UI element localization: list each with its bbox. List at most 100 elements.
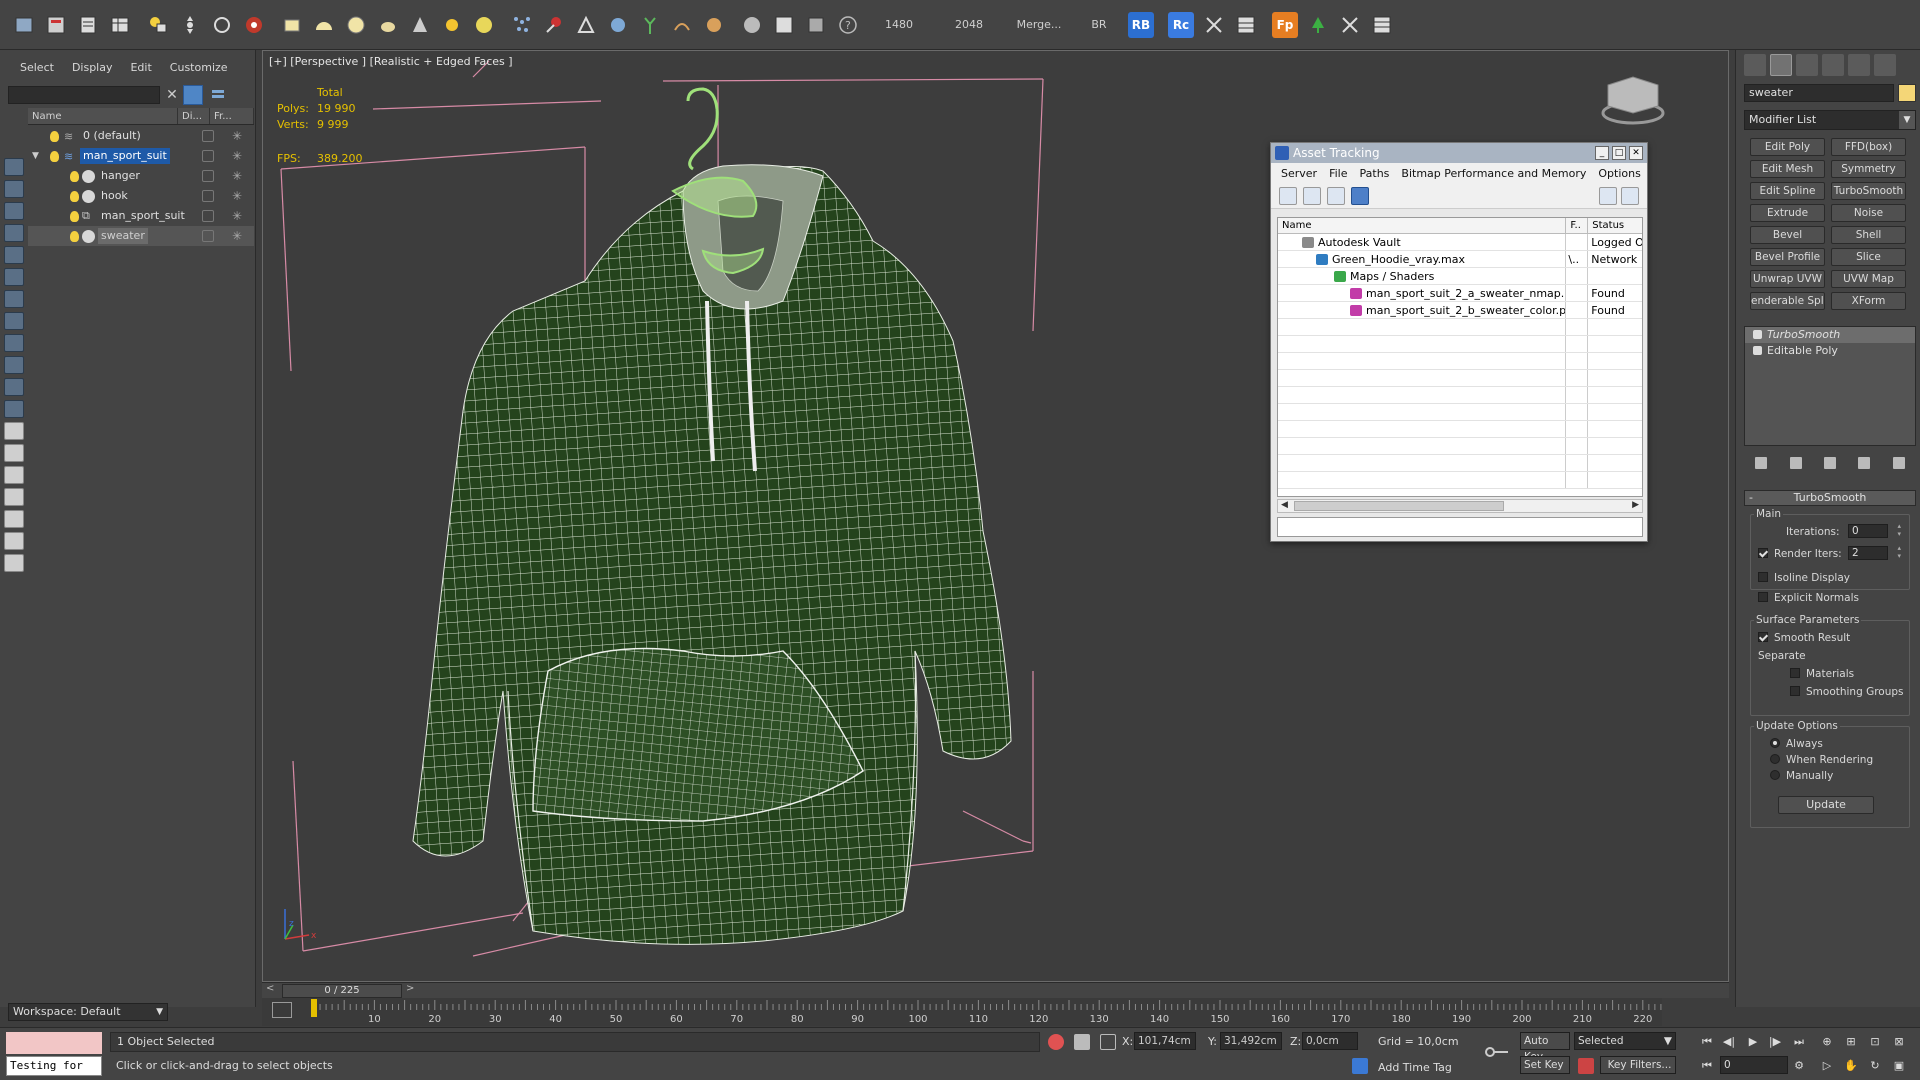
- isoline-display-checkbox[interactable]: Isoline Display: [1758, 572, 1850, 584]
- menu-customize[interactable]: Customize: [170, 61, 228, 74]
- time-slider[interactable]: 0 / 225: [282, 984, 402, 998]
- table-row[interactable]: Green_Hoodie_vray.max \.. Network: [1278, 251, 1642, 268]
- clear-search-icon[interactable]: ✕: [164, 86, 180, 104]
- table-row[interactable]: Autodesk Vault Logged Out: [1278, 234, 1642, 251]
- table-row[interactable]: man_sport_suit_2_a_sweater_nmap.png Foun…: [1278, 285, 1642, 302]
- filter-funnel-icon[interactable]: [4, 510, 24, 528]
- snowflake-icon[interactable]: ✳: [232, 149, 242, 163]
- key-filters-button[interactable]: Key Filters...: [1600, 1056, 1676, 1074]
- menu-edit[interactable]: Edit: [130, 61, 151, 74]
- menu-display[interactable]: Display: [72, 61, 113, 74]
- edit-poly-button[interactable]: Edit Poly: [1750, 138, 1825, 156]
- go-to-start-icon[interactable]: ⏮: [1698, 1034, 1716, 1050]
- display-shapes-icon[interactable]: [4, 202, 24, 220]
- explicit-normals-checkbox[interactable]: Explicit Normals: [1758, 592, 1859, 604]
- viewport-label[interactable]: [+] [Perspective ] [Realistic + Edged Fa…: [269, 55, 513, 68]
- table-icon[interactable]: [105, 10, 135, 40]
- slice-button[interactable]: Slice: [1831, 248, 1906, 266]
- y-coordinate-field[interactable]: 31,492cm: [1220, 1032, 1282, 1050]
- snowflake-icon[interactable]: ✳: [232, 169, 242, 183]
- expand-plus-icon[interactable]: [1753, 346, 1762, 355]
- snowflake-icon[interactable]: ✳: [232, 209, 242, 223]
- layers-filter-icon[interactable]: [208, 85, 228, 105]
- maxscript-listener-output[interactable]: [6, 1032, 102, 1054]
- turbosmooth-rollout-header[interactable]: - TurboSmooth: [1744, 490, 1916, 506]
- selected-set-dropdown[interactable]: Selected ▼: [1574, 1032, 1676, 1050]
- maximize-viewport-icon[interactable]: ▣: [1890, 1058, 1908, 1074]
- layer-icon[interactable]: [143, 10, 173, 40]
- display-xrefs-icon[interactable]: [4, 334, 24, 352]
- snowflake-icon[interactable]: ✳: [232, 229, 242, 243]
- column-status[interactable]: Status: [1588, 218, 1642, 233]
- go-to-end-icon[interactable]: ⏭: [1790, 1034, 1808, 1050]
- filter-icon[interactable]: [183, 85, 203, 105]
- plant-icon[interactable]: [635, 10, 665, 40]
- separate-materials-checkbox[interactable]: Materials: [1790, 668, 1854, 680]
- auto-key-button[interactable]: Auto Key: [1520, 1032, 1570, 1063]
- iterations-spinner[interactable]: 0: [1848, 522, 1901, 538]
- scroll-thumb[interactable]: [1294, 501, 1504, 511]
- symmetry-button[interactable]: Symmetry: [1831, 160, 1906, 178]
- light-bulb-icon[interactable]: [70, 190, 79, 202]
- table-view-icon[interactable]: [1351, 186, 1369, 205]
- stack-item-editable-poly[interactable]: Editable Poly: [1745, 343, 1915, 359]
- zoom-all-icon[interactable]: ⊞: [1842, 1034, 1860, 1050]
- timeline-track[interactable]: 10 20 30 40 50 60 70 80 90 100 110 120 130 140 150 160 1…: [262, 998, 1662, 1026]
- render-iters-checkbox[interactable]: Render Iters:: [1758, 548, 1842, 560]
- omni-light-icon[interactable]: [469, 10, 499, 40]
- menu-bitmap-performance[interactable]: Bitmap Performance and Memory: [1401, 167, 1586, 180]
- expand-arrow-icon[interactable]: ▼: [32, 151, 39, 161]
- fp-button[interactable]: Fp: [1272, 11, 1298, 38]
- show-end-result-icon[interactable]: [1789, 457, 1802, 469]
- display-lights-icon[interactable]: [4, 224, 24, 242]
- light-icon[interactable]: [437, 10, 467, 40]
- x-coordinate-field[interactable]: 101,74cm: [1134, 1032, 1196, 1050]
- snowflake-icon[interactable]: ✳: [232, 189, 242, 203]
- motion-tab-icon[interactable]: [1822, 54, 1844, 76]
- horizontal-scrollbar[interactable]: ◀ ▶: [1277, 499, 1643, 513]
- ffd-box-button[interactable]: FFD(box): [1831, 138, 1906, 156]
- stack-item-turbosmooth[interactable]: TurboSmooth: [1745, 327, 1915, 343]
- update-when-rendering-radio[interactable]: When Rendering: [1770, 754, 1873, 766]
- remove-modifier-icon[interactable]: [1858, 457, 1871, 469]
- tree-row-hook[interactable]: hook ✳: [28, 186, 254, 206]
- light-bulb-icon[interactable]: [70, 210, 79, 222]
- box-icon[interactable]: [277, 10, 307, 40]
- make-unique-icon[interactable]: [1823, 457, 1836, 469]
- display-invert-icon[interactable]: [4, 488, 24, 506]
- freeze-icon[interactable]: [202, 150, 214, 162]
- table-row[interactable]: man_sport_suit_2_b_sweater_color.png Fou…: [1278, 302, 1642, 319]
- smooth-result-checkbox[interactable]: Smooth Result: [1758, 632, 1850, 644]
- hierarchy-tab-icon[interactable]: [1796, 54, 1818, 76]
- render-icon[interactable]: [239, 10, 269, 40]
- scroll-left-icon[interactable]: ◀: [1281, 500, 1288, 510]
- set-key-mode-icon[interactable]: [1578, 1058, 1594, 1074]
- menu-select[interactable]: Select: [20, 61, 54, 74]
- hierarchy-icon[interactable]: [4, 532, 24, 550]
- noise-button[interactable]: Noise: [1831, 204, 1906, 222]
- zoom-icon[interactable]: ⊕: [1818, 1034, 1836, 1050]
- render-frame-icon[interactable]: [801, 10, 831, 40]
- tree-row-sweater[interactable]: sweater ✳: [28, 226, 254, 246]
- settings-icon[interactable]: [1621, 186, 1639, 205]
- prev-frame-arrow-icon[interactable]: <: [266, 983, 274, 994]
- select-by-name-icon[interactable]: [41, 10, 71, 40]
- field-of-view-icon[interactable]: ▷: [1818, 1058, 1836, 1074]
- display-hidden-icon[interactable]: [4, 422, 24, 440]
- grid-list-icon[interactable]: [1231, 10, 1261, 40]
- column-freeze[interactable]: Fr...: [210, 108, 254, 124]
- help-icon[interactable]: [1599, 186, 1617, 205]
- tree-row-man-sport-suit-object[interactable]: ⧉ man_sport_suit ✳: [28, 206, 254, 226]
- absolute-mode-icon[interactable]: [1100, 1034, 1116, 1050]
- display-all-toggle-icon[interactable]: [4, 444, 24, 462]
- close-icon[interactable]: ✕: [1629, 146, 1643, 160]
- light-bulb-icon[interactable]: [50, 130, 59, 142]
- column-name[interactable]: Name: [1278, 218, 1567, 233]
- utilities-tab-icon[interactable]: [1874, 54, 1896, 76]
- teapot-icon[interactable]: [373, 10, 403, 40]
- br-button[interactable]: BR: [1074, 18, 1124, 31]
- uvw-map-button[interactable]: UVW Map: [1831, 270, 1906, 288]
- list-view-icon[interactable]: [1303, 186, 1321, 205]
- display-bones-icon[interactable]: [4, 356, 24, 374]
- workspace-dropdown[interactable]: Workspace: Default ▼: [8, 1003, 168, 1021]
